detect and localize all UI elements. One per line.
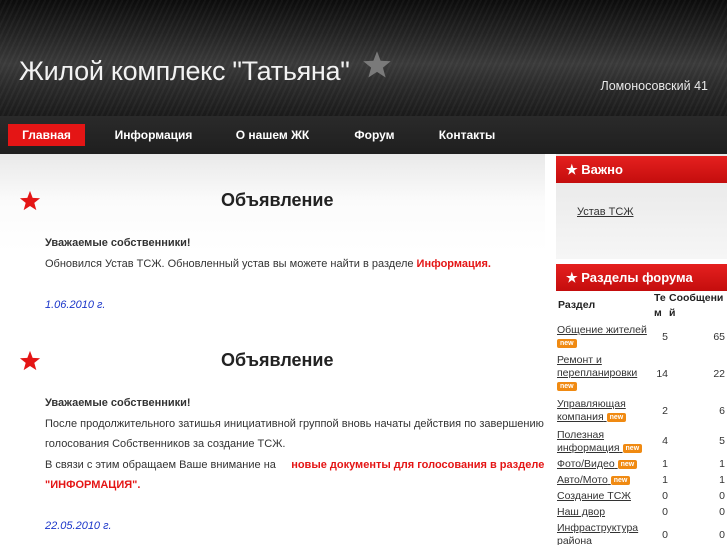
forum-section-link[interactable]: Общение жителей new	[557, 324, 652, 350]
messages-count: 6	[719, 405, 725, 417]
forum-section-name[interactable]: Авто/Мото	[557, 474, 608, 486]
address-text: Ломоносовский 41	[600, 79, 708, 93]
forum-section-name-wrap[interactable]: перепланировки	[557, 367, 637, 379]
col-topics-header: Те	[654, 292, 666, 304]
new-badge: new	[617, 459, 638, 469]
star-icon	[19, 350, 41, 371]
post-title: Объявление	[221, 350, 334, 370]
forum-section-name-wrap[interactable]: района	[557, 535, 592, 545]
messages-count: 0	[719, 490, 725, 502]
topics-count: 1	[662, 458, 668, 470]
topics-count: 0	[662, 506, 668, 518]
forum-section-name[interactable]: Ремонт и	[557, 354, 602, 366]
forum-heading: ★ Разделы форума	[556, 264, 727, 291]
forum-section-name[interactable]: Фото/Видео	[557, 458, 615, 470]
post-text-line: голосования Собственников за создание ТС…	[45, 438, 286, 450]
post-text-line: В связи с этим обращаем Ваше внимание на…	[45, 459, 544, 471]
messages-count: 65	[713, 331, 725, 343]
forum-section-link[interactable]: Фото/Видео new	[557, 458, 652, 471]
messages-count: 5	[719, 435, 725, 447]
forum-section-name-wrap[interactable]: компания	[557, 411, 604, 423]
forum-section-name[interactable]: Управляющая	[557, 398, 626, 410]
new-badge: new	[610, 475, 631, 485]
charter-link[interactable]: Устав ТСЖ	[577, 206, 634, 218]
col-topics-header-wrap: м	[654, 307, 662, 319]
sidebar: ★ Важно Устав ТСЖ ★ Разделы форума Разде…	[555, 154, 727, 545]
nav-item-about[interactable]: О нашем ЖК	[226, 124, 319, 146]
forum-section-link[interactable]: Создание ТСЖ	[557, 490, 652, 503]
documents-link[interactable]: новые документы для голосования в раздел…	[291, 459, 544, 471]
topics-count: 1	[662, 474, 668, 486]
post-date: 1.06.2010 г.	[45, 299, 106, 311]
information-link[interactable]: "ИНФОРМАЦИЯ".	[45, 479, 140, 491]
forum-section-name-wrap[interactable]: информация	[557, 442, 620, 454]
important-heading: ★ Важно	[556, 156, 727, 183]
topics-count: 4	[662, 435, 668, 447]
post-greeting: Уважаемые собственники!	[45, 237, 191, 249]
new-badge: new	[606, 412, 627, 422]
post-date: 22.05.2010 г.	[45, 520, 112, 532]
information-link[interactable]: Информация.	[417, 258, 491, 270]
topics-count: 14	[656, 368, 668, 380]
forum-section-link[interactable]: Управляющая компания new	[557, 398, 652, 424]
new-badge: new	[622, 443, 643, 453]
post-text: Обновился Устав ТСЖ. Обновленный устав в…	[45, 258, 491, 270]
messages-count: 0	[719, 506, 725, 518]
topics-count: 0	[662, 490, 668, 502]
forum-section-link[interactable]: Авто/Мото new	[557, 474, 652, 487]
messages-count: 1	[719, 458, 725, 470]
new-badge: new	[557, 338, 577, 348]
post-text-body: В связи с этим обращаем Ваше внимание на	[45, 459, 279, 471]
nav-item-home[interactable]: Главная	[8, 124, 85, 146]
post-greeting: Уважаемые собственники!	[45, 397, 191, 409]
forum-section-link[interactable]: Наш двор	[557, 506, 652, 519]
forum-section-name[interactable]: Инфраструктура	[557, 522, 638, 534]
messages-count: 22	[713, 368, 725, 380]
forum-section-name[interactable]: Общение жителей	[557, 324, 647, 336]
nav-item-forum[interactable]: Форум	[347, 124, 402, 146]
main-nav: Главная Информация О нашем ЖК Форум Конт…	[0, 116, 727, 154]
col-section-header: Раздел	[558, 299, 596, 311]
site-title[interactable]: Жилой комплекс "Татьяна"	[19, 56, 350, 87]
col-messages-header-wrap: й	[669, 307, 676, 319]
messages-count: 0	[719, 529, 725, 541]
forum-section-link[interactable]: Полезная информация new	[557, 429, 652, 455]
post-text-body: Обновился Устав ТСЖ. Обновленный устав в…	[45, 258, 417, 270]
col-messages-header: Сообщени	[669, 292, 724, 304]
nav-item-contacts[interactable]: Контакты	[430, 124, 504, 146]
star-icon	[363, 51, 391, 78]
post-text-line: После продолжительного затишья инициатив…	[45, 418, 544, 430]
messages-count: 1	[719, 474, 725, 486]
topics-count: 5	[662, 331, 668, 343]
post-title: Объявление	[221, 190, 334, 210]
nav-item-information[interactable]: Информация	[106, 124, 201, 146]
star-icon	[19, 190, 41, 211]
forum-section-name[interactable]: Полезная	[557, 429, 604, 441]
main-content: Объявление Уважаемые собственники! Обнов…	[0, 154, 545, 545]
post-text-line: "ИНФОРМАЦИЯ".	[45, 479, 140, 491]
topics-count: 0	[662, 529, 668, 541]
new-badge: new	[557, 381, 577, 391]
forum-section-link[interactable]: Инфраструктура района	[557, 522, 652, 545]
site-header: Жилой комплекс "Татьяна" Ломоносовский 4…	[0, 0, 727, 116]
topics-count: 2	[662, 405, 668, 417]
forum-section-link[interactable]: Ремонт и перепланировки new	[557, 354, 652, 393]
